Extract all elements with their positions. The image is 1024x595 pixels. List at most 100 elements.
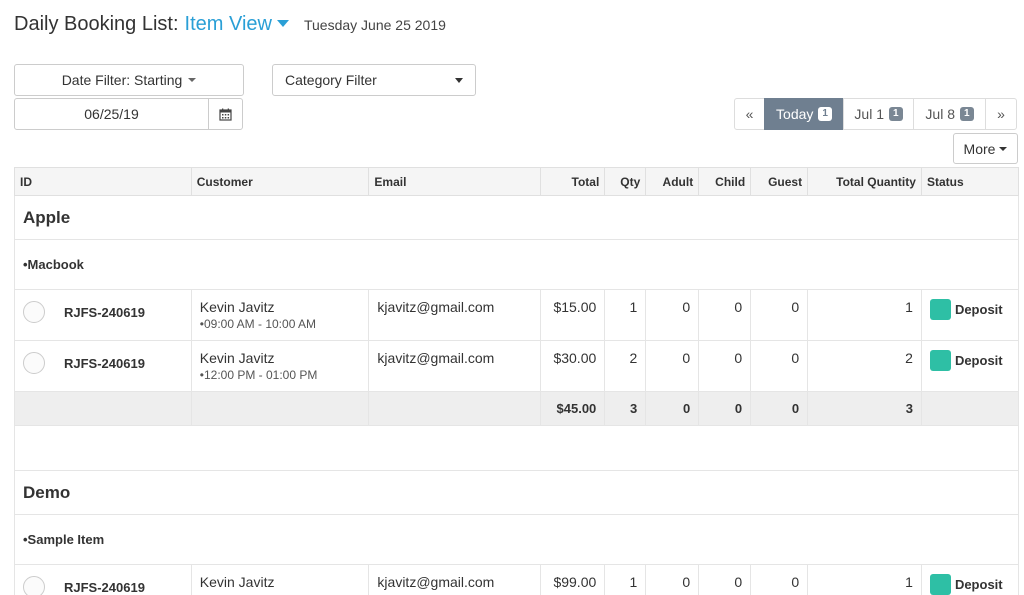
caret-down-icon [999,146,1008,151]
status-badge[interactable]: Deposit [929,350,1010,371]
col-header-child[interactable]: Child [698,167,752,196]
child: 0 [698,340,752,392]
view-selector[interactable]: Item View [185,13,289,36]
summary-row: $45.00 3 0 0 0 3 [14,391,1020,426]
status-label: Deposit [954,353,1003,368]
pager-jul-8[interactable]: Jul 8 1 [913,98,986,130]
guest: 0 [750,340,809,392]
more-button[interactable]: More [953,133,1018,164]
adult: 0 [645,289,700,341]
row-select-radio[interactable] [23,301,45,323]
caret-down-icon [276,20,289,27]
caret-down-icon [188,78,197,82]
date-input[interactable]: 06/25/19 [14,98,209,130]
group-row: Apple [14,195,1019,240]
group-name: Apple [14,195,1019,240]
category-filter-label: Category Filter [285,72,377,88]
qty: 1 [604,289,647,341]
pager-prev-button[interactable]: « [734,98,765,130]
status-color-icon [929,299,951,320]
col-header-qty[interactable]: Qty [604,167,647,196]
sum-guest: 0 [750,391,809,426]
booking-table: ID Customer Email Total Qty Adult Child … [14,167,1020,595]
sum-total-quantity: 3 [807,391,922,426]
booking-id[interactable]: RJFS-240619 [64,305,145,320]
item-name: •Macbook [14,239,1019,290]
pager-jul-1[interactable]: Jul 1 1 [843,98,914,130]
date-filter-dropdown[interactable]: Date Filter: Starting [14,64,244,96]
total-quantity: 1 [807,564,922,595]
status-badge[interactable]: Deposit [929,299,1010,320]
booking-time: •12:00 PM - 01:00 PM [199,368,318,382]
email: kjavitz@gmail.com [368,289,542,341]
status-color-icon [929,350,951,371]
pager-next-button[interactable]: » [985,98,1017,130]
date-pager: « Today 1 Jul 1 1 Jul 8 1 » [734,98,1017,130]
table-row[interactable]: RJFS-240619 Kevin Javitz •09:00 AM - 10:0… [14,289,1020,341]
col-header-status[interactable]: Status [920,167,1020,196]
row-select-radio[interactable] [23,576,45,595]
item-row: •Macbook [14,239,1019,290]
sum-child: 0 [698,391,752,426]
group-name: Demo [14,470,1019,515]
item-name: •Sample Item [14,514,1019,565]
calendar-button[interactable] [208,98,243,130]
col-header-total-quantity[interactable]: Total Quantity [807,167,922,196]
qty: 2 [604,340,647,392]
email: kjavitz@gmail.com [368,564,542,595]
guest: 0 [750,289,809,341]
count-badge: 1 [889,107,903,121]
sum-adult: 0 [645,391,700,426]
current-date: Tuesday June 25 2019 [303,17,446,33]
pager-label: Jul 1 [854,106,884,122]
date-filter-label: Date Filter: Starting [61,72,183,88]
calendar-icon [219,108,232,121]
status-label: Deposit [954,577,1003,592]
child: 0 [698,289,752,341]
col-header-customer[interactable]: Customer [190,167,370,196]
customer-name: Kevin Javitz [199,574,275,590]
customer-name: Kevin Javitz [199,299,275,315]
col-header-email[interactable]: Email [368,167,542,196]
more-label: More [963,140,996,157]
guest: 0 [750,564,809,595]
col-header-guest[interactable]: Guest [750,167,809,196]
adult: 0 [645,340,700,392]
group-spacer [14,425,1019,471]
total: $30.00 [540,340,606,392]
table-row[interactable]: RJFS-240619 Kevin Javitz •12:00 PM - 01:0… [14,340,1020,392]
col-header-adult[interactable]: Adult [645,167,700,196]
qty: 1 [604,564,647,595]
item-row: •Sample Item [14,514,1019,565]
group-row: Demo [14,470,1019,515]
booking-id[interactable]: RJFS-240619 [64,580,145,595]
email: kjavitz@gmail.com [368,340,542,392]
category-filter-select[interactable]: Category Filter [272,64,476,96]
customer-name: Kevin Javitz [199,350,275,366]
table-header-row: ID Customer Email Total Qty Adult Child … [14,167,1020,196]
sum-qty: 3 [604,391,647,426]
row-select-radio[interactable] [23,352,45,374]
col-header-total[interactable]: Total [540,167,606,196]
total-quantity: 2 [807,340,922,392]
count-badge: 1 [960,107,974,121]
total-quantity: 1 [807,289,922,341]
status-badge[interactable]: Deposit [929,574,1010,595]
booking-id[interactable]: RJFS-240619 [64,356,145,371]
col-header-id[interactable]: ID [14,167,192,196]
page-header: Daily Booking List: Item View Tuesday Ju… [14,13,446,39]
caret-down-icon [455,77,463,83]
pager-label: Jul 8 [925,106,955,122]
table-row[interactable]: RJFS-240619 Kevin Javitz kjavitz@gmail.c… [14,564,1020,595]
pager-label: Today [776,106,814,122]
total: $99.00 [540,564,606,595]
count-badge: 1 [818,107,832,121]
total: $15.00 [540,289,606,341]
child: 0 [698,564,752,595]
view-label: Item View [184,13,272,35]
booking-time: •09:00 AM - 10:00 AM [199,317,317,331]
adult: 0 [645,564,700,595]
pager-today[interactable]: Today 1 [764,98,844,130]
status-color-icon [929,574,951,595]
sum-total: $45.00 [540,391,606,426]
